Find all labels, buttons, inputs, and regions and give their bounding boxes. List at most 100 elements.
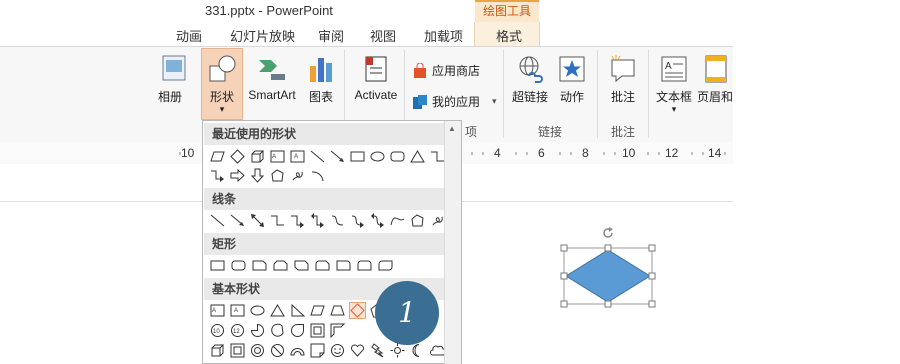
round-same-side-rectangle-shape[interactable]	[356, 257, 373, 274]
group-label-links: 链接	[538, 125, 563, 139]
heart-shape[interactable]	[349, 342, 366, 359]
pie-shape[interactable]	[249, 322, 266, 339]
photo-album-icon	[162, 55, 186, 81]
snip-single-corner-rectangle-shape[interactable]	[251, 257, 268, 274]
tab-review[interactable]: 审阅	[318, 26, 344, 45]
textbox-shape[interactable]: A	[269, 148, 286, 165]
elbow-connector-shape[interactable]	[269, 212, 286, 229]
album-button[interactable]: 相册	[158, 54, 188, 105]
vertical-textbox-shape[interactable]: A	[289, 148, 306, 165]
bevel-shape[interactable]	[229, 342, 246, 359]
chart-button[interactable]: 图表	[304, 54, 338, 105]
right-arrow-shape[interactable]	[229, 167, 246, 184]
round-single-corner-rectangle-shape[interactable]	[335, 257, 352, 274]
snip-diagonal-rectangle-shape[interactable]	[293, 257, 310, 274]
snip-round-rectangle-shape[interactable]	[314, 257, 331, 274]
activate-button[interactable]: Activate	[350, 54, 402, 102]
action-button[interactable]: 动作	[555, 54, 589, 105]
rectangle-shape[interactable]	[349, 148, 366, 165]
teardrop-shape[interactable]	[289, 322, 306, 339]
tab-format[interactable]: 格式	[496, 26, 522, 45]
header-footer-button[interactable]: 页眉和	[697, 54, 733, 105]
curved-arrow-connector-shape[interactable]	[349, 212, 366, 229]
tab-view[interactable]: 视图	[370, 26, 396, 45]
rounded-rectangle-shape[interactable]	[230, 257, 247, 274]
frame-shape[interactable]	[309, 322, 326, 339]
rectangles-row	[209, 257, 394, 274]
tab-slideshow[interactable]: 幻灯片放映	[230, 26, 295, 45]
elbow-double-arrow-connector-shape[interactable]	[309, 212, 326, 229]
comment-button[interactable]: 批注	[605, 54, 641, 105]
textbox-caret: ▾	[671, 104, 677, 114]
textbox-shape[interactable]: A	[209, 302, 226, 319]
comment-label: 批注	[610, 90, 635, 104]
chord-shape[interactable]	[269, 322, 286, 339]
scroll-up-arrow-icon[interactable]: ▲	[448, 124, 456, 133]
dodecagon-12-shape[interactable]: 12	[229, 322, 246, 339]
double-arrow-line-shape[interactable]	[249, 212, 266, 229]
freeform-shape[interactable]	[409, 212, 426, 229]
triangle-shape[interactable]	[269, 302, 286, 319]
donut-shape[interactable]	[249, 342, 266, 359]
textbox-button[interactable]: A 文本框 ▾	[654, 54, 694, 114]
tab-addins[interactable]: 加载项	[424, 26, 463, 45]
diamond-shape[interactable]	[229, 148, 246, 165]
scribble-shape[interactable]	[289, 167, 306, 184]
rectangle-shape[interactable]	[209, 257, 226, 274]
gallery-scrollbar[interactable]: ▲	[444, 121, 461, 364]
line-shape[interactable]	[209, 212, 226, 229]
curve-shape[interactable]	[389, 212, 406, 229]
parallelogram-shape[interactable]	[309, 302, 326, 319]
store-label: 应用商店	[432, 64, 481, 78]
arrow-line-shape[interactable]	[329, 148, 346, 165]
down-arrow-shape[interactable]	[249, 167, 266, 184]
smartart-button[interactable]: SmartArt	[244, 54, 300, 102]
header-footer-label: 页眉和	[697, 90, 733, 104]
my-apps-button[interactable]: 我的应用 ▾	[412, 93, 497, 110]
right-triangle-shape[interactable]	[289, 302, 306, 319]
hyperlink-button[interactable]: 超链接	[510, 54, 550, 105]
shapes-button[interactable]: 形状 ▾	[203, 54, 241, 114]
section-header-recent: 最近使用的形状	[204, 123, 447, 145]
octagon-10-shape[interactable]: 10	[209, 322, 226, 339]
line-shape[interactable]	[309, 148, 326, 165]
snip-same-side-rectangle-shape[interactable]	[272, 257, 289, 274]
curved-connector-shape[interactable]	[329, 212, 346, 229]
curved-double-arrow-connector-shape[interactable]	[369, 212, 386, 229]
recent-shapes-row: A A	[209, 148, 446, 165]
diamond-shape-selected[interactable]	[349, 302, 366, 319]
oval-shape[interactable]	[369, 148, 386, 165]
ruler-label: 6	[538, 146, 545, 160]
folded-corner-shape[interactable]	[309, 342, 326, 359]
rotate-handle-icon[interactable]	[600, 225, 616, 241]
arrow-line-shape[interactable]	[229, 212, 246, 229]
rounded-rectangle-shape[interactable]	[389, 148, 406, 165]
vertical-textbox-shape[interactable]: A	[229, 302, 246, 319]
parallelogram-shape[interactable]	[209, 148, 226, 165]
arc-shape[interactable]	[309, 167, 326, 184]
no-symbol-shape[interactable]	[269, 342, 286, 359]
freeform-shape[interactable]	[269, 167, 286, 184]
cube-shape[interactable]	[249, 148, 266, 165]
half-frame-shape[interactable]	[329, 322, 346, 339]
smiley-face-shape[interactable]	[329, 342, 346, 359]
store-button[interactable]: 应用商店	[412, 62, 480, 79]
selected-diamond-shape[interactable]	[560, 244, 656, 308]
svg-text:A: A	[212, 308, 216, 314]
svg-text:12: 12	[233, 329, 240, 335]
oval-shape[interactable]	[249, 302, 266, 319]
round-diagonal-rectangle-shape[interactable]	[377, 257, 394, 274]
trapezoid-shape[interactable]	[329, 302, 346, 319]
section-header-lines: 线条	[204, 188, 447, 210]
elbow-arrow-connector-shape[interactable]	[289, 212, 306, 229]
cube-shape[interactable]	[209, 342, 226, 359]
separator	[648, 50, 649, 138]
group-label-comments: 批注	[611, 125, 636, 139]
lightning-bolt-shape[interactable]	[369, 342, 386, 359]
ribbon-tabs: 动画 幻灯片放映 审阅 视图 加载项 格式	[0, 22, 900, 46]
window-title: 331.pptx - PowerPoint	[205, 3, 333, 18]
block-arc-shape[interactable]	[289, 342, 306, 359]
tab-animations[interactable]: 动画	[176, 26, 202, 45]
elbow-arrow-connector-shape[interactable]	[209, 167, 226, 184]
triangle-shape[interactable]	[409, 148, 426, 165]
